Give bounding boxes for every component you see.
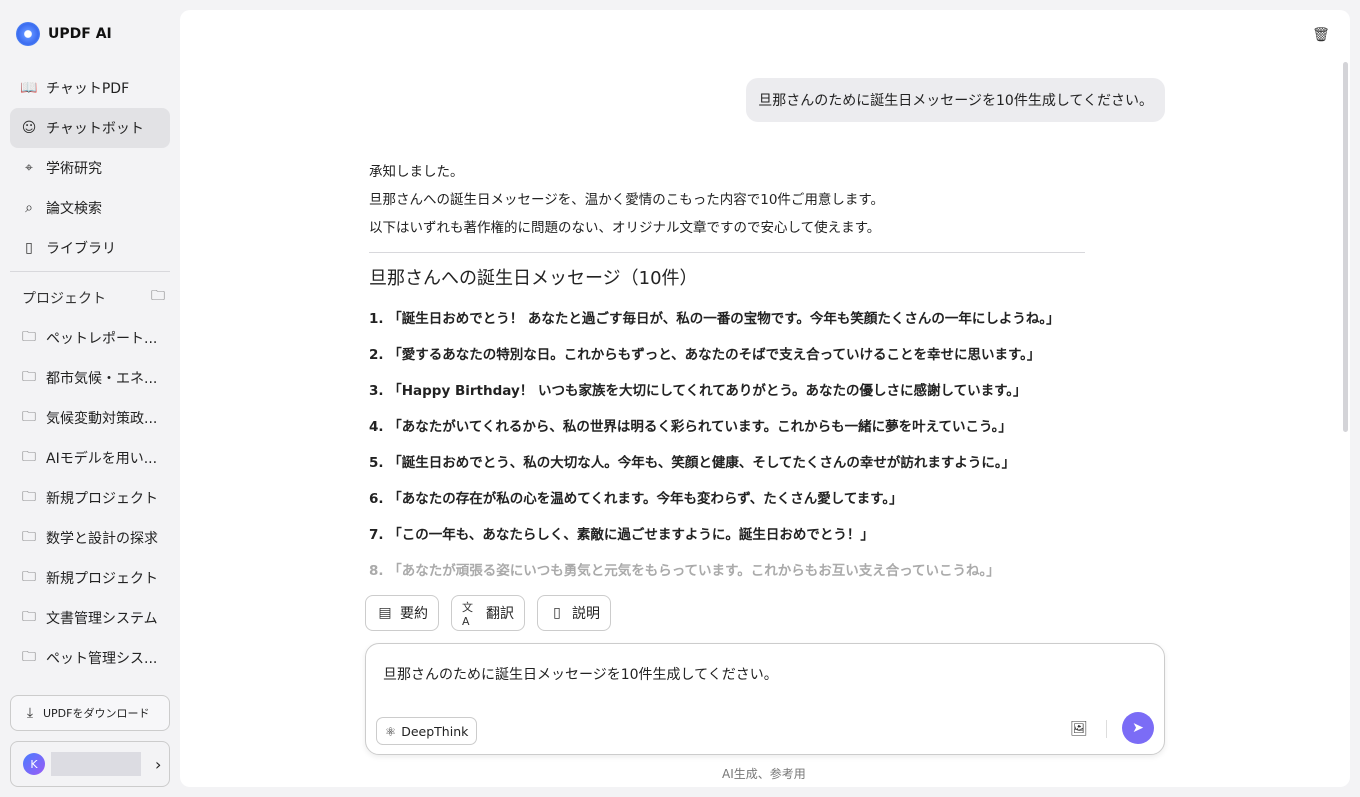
nav-label: 論文検索 (46, 201, 102, 217)
project-item[interactable]: 🗀 AIモデルを用い... (10, 438, 170, 478)
message-item: 5. 「誕生日おめでとう、私の大切な人。今年も、笑顔と健康、そしてたくさんの幸せ… (369, 455, 1016, 471)
project-label: ペット管理シス... (46, 651, 158, 667)
project-label: 数学と設計の探求 (46, 531, 158, 547)
message-item: 1. 「誕生日おめでとう！ あなたと過ごす毎日が、私の一番の宝物です。今年も笑顔… (369, 311, 1060, 327)
message-item: 8. 「あなたが頑張る姿にいつも勇気と元気をもらっています。これからもお互い支え… (369, 563, 1000, 579)
chat-input-text[interactable]: 旦那さんのために誕生日メッセージを10件生成してください。 (383, 664, 778, 684)
trash-icon[interactable]: 🗑 (1312, 26, 1330, 44)
divider (1106, 720, 1107, 738)
nav-label: ライブラリ (46, 241, 116, 257)
message-item: 7. 「この一年も、あなたらしく、素敵に過ごせますように。誕生日おめでとう！」 (369, 527, 874, 543)
nav-label: チャットボット (46, 121, 144, 137)
project-item[interactable]: 🗀 数学と設計の探求 (10, 518, 170, 558)
chat-pdf-icon: 📖 (20, 80, 38, 96)
download-updf-button[interactable]: ⤓ UPDFをダウンロード (10, 695, 170, 731)
project-label: 文書管理システム (46, 611, 158, 627)
message-item: 3. 「Happy Birthday！ いつも家族を大切にしてくれてありがとう。… (369, 383, 1027, 399)
nav-library[interactable]: ▯ ライブラリ (10, 228, 170, 268)
image-upload-icon[interactable]: 🖼 (1070, 720, 1088, 738)
divider (369, 252, 1085, 253)
folder-icon: 🗀 (22, 649, 36, 665)
folder-icon: 🗀 (22, 609, 36, 625)
nav-label: チャットPDF (46, 81, 130, 97)
action-label: 説明 (572, 606, 600, 622)
avatar: K (23, 753, 45, 775)
translate-icon: 文A (462, 600, 473, 628)
message-item: 6. 「あなたの存在が私の心を温めてくれます。今年も変わらず、たくさん愛してます… (369, 491, 903, 507)
library-icon: ▯ (25, 240, 33, 256)
username-redacted (51, 752, 141, 776)
updf-logo-icon (16, 22, 40, 46)
intro-line: 以下はいずれも著作権的に問題のない、オリジナル文章ですので安心して使えます。 (369, 220, 881, 236)
project-item[interactable]: 🗀 新規プロジェクト (10, 558, 170, 598)
new-folder-icon[interactable]: 🗀 (149, 288, 167, 306)
project-label: AIモデルを用い... (46, 451, 158, 467)
chevron-right-icon: › (155, 754, 162, 774)
project-label: 新規プロジェクト (46, 571, 158, 587)
answer-heading: 旦那さんへの誕生日メッセージ（10件） (369, 268, 698, 289)
app-title: UPDF AI (48, 26, 112, 42)
sidebar: UPDF AI 📖 チャットPDF ☺ チャットボット ⌖ 学術研究 ⌕ 論文検索 ▯ ラ… (0, 0, 180, 797)
folder-icon: 🗀 (22, 369, 36, 385)
nav-chatbot[interactable]: ☺ チャットボット (10, 108, 170, 148)
atom-icon: ⚛ (385, 723, 397, 739)
folder-icon: 🗀 (22, 489, 36, 505)
explain-button[interactable]: ▯ 説明 (537, 595, 611, 631)
summarize-button[interactable]: ▤ 要約 (365, 595, 439, 631)
scrollbar[interactable] (1343, 62, 1348, 432)
intro-line: 旦那さんへの誕生日メッセージを、温かく愛情のこもった内容で10件ご用意します。 (369, 192, 885, 208)
nav-research[interactable]: ⌖ 学術研究 (10, 148, 170, 188)
project-label: ペットレポート... (46, 331, 158, 347)
project-label: 都市気候・エネ... (46, 371, 158, 387)
telescope-icon: ⌖ (25, 160, 33, 176)
action-label: 要約 (400, 606, 428, 622)
projects-heading: プロジェクト (22, 291, 106, 307)
project-label: 気候変動対策政... (46, 411, 158, 427)
book-icon: ▯ (553, 605, 561, 621)
nav-chat-pdf[interactable]: 📖 チャットPDF (10, 68, 170, 108)
folder-icon: 🗀 (22, 329, 36, 345)
project-item[interactable]: 🗀 新規プロジェクト (10, 478, 170, 518)
project-item[interactable]: 🗀 ペット管理シス... (10, 638, 170, 678)
chatbot-icon: ☺ (21, 120, 37, 136)
project-item[interactable]: 🗀 文書管理システム (10, 598, 170, 638)
message-item: 2. 「愛するあなたの特別な日。これからもずっと、あなたのそばで支え合っていける… (369, 347, 1041, 363)
project-item[interactable]: 🗀 ペットレポート... (10, 318, 170, 358)
translate-button[interactable]: 文A 翻訳 (451, 595, 525, 631)
user-account-button[interactable]: K › (10, 741, 170, 787)
deepthink-label: DeepThink (401, 723, 469, 739)
nav-paper-search[interactable]: ⌕ 論文検索 (10, 188, 170, 228)
user-message: 旦那さんのために誕生日メッセージを10件生成してください。 (746, 78, 1165, 122)
chat-input[interactable]: 旦那さんのために誕生日メッセージを10件生成してください。 ⚛ DeepThink… (365, 643, 1165, 755)
logo: UPDF AI (16, 22, 112, 46)
project-item[interactable]: 🗀 気候変動対策政... (10, 398, 170, 438)
project-item[interactable]: 🗀 都市気候・エネ... (10, 358, 170, 398)
folder-icon: 🗀 (22, 529, 36, 545)
message-item: 4. 「あなたがいてくれるから、私の世界は明るく彩られています。これからも一緒に… (369, 419, 1012, 435)
download-label: UPDFをダウンロード (43, 706, 150, 720)
chat-panel: 🗑 旦那さんのために誕生日メッセージを10件生成してください。 承知しました。 … (180, 10, 1350, 787)
nav-label: 学術研究 (46, 161, 102, 177)
summarize-icon: ▤ (378, 605, 392, 621)
project-label: 新規プロジェクト (46, 491, 158, 507)
download-icon: ⤓ (26, 704, 34, 721)
intro-line: 承知しました。 (369, 164, 464, 180)
send-button[interactable]: ➤ (1122, 712, 1154, 744)
footer-disclaimer: AI生成、参考用 (722, 767, 806, 781)
deepthink-toggle[interactable]: ⚛ DeepThink (376, 717, 478, 745)
divider (10, 271, 170, 272)
folder-icon: 🗀 (22, 449, 36, 465)
send-icon: ➤ (1132, 720, 1144, 736)
folder-icon: 🗀 (22, 409, 36, 425)
assistant-answer: 承知しました。 旦那さんへの誕生日メッセージを、温かく愛情のこもった内容で10件… (369, 158, 1085, 589)
action-label: 翻訳 (486, 606, 514, 622)
search-doc-icon: ⌕ (25, 200, 33, 216)
folder-icon: 🗀 (22, 569, 36, 585)
